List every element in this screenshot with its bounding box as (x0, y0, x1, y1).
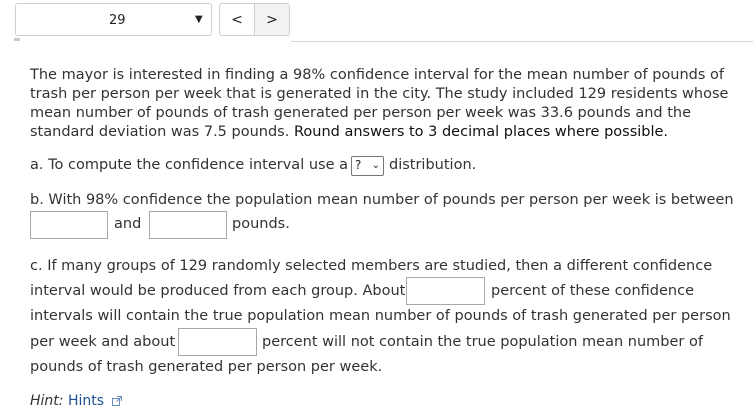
part-a-prompt: a. To compute the confidence interval us… (30, 157, 348, 173)
contain-percent-input[interactable] (406, 277, 485, 305)
part-c-line-1: c. If many groups of 129 randomly select… (30, 258, 713, 274)
rounding-instruction: Round answers to 3 decimal places where … (293, 124, 669, 140)
pounds-label: pounds. (232, 216, 290, 232)
hint-label: Hint: (30, 393, 64, 409)
part-a-text: a. To compute the confidence interval us… (30, 157, 348, 173)
problem-statement: The mayor is interested in finding a 98%… (30, 66, 730, 142)
question-selector[interactable]: 29 ▼ (15, 3, 212, 36)
external-link-icon (112, 396, 123, 406)
distribution-select[interactable]: ? ⌄ (351, 156, 384, 176)
upper-bound-input[interactable] (149, 211, 227, 239)
lower-bound-input[interactable] (30, 211, 108, 239)
part-b-prompt: b. With 98% confidence the population me… (30, 192, 734, 208)
hint: Hint: Hints (30, 393, 123, 409)
part-a-suffix: distribution. (389, 157, 476, 173)
part-c-line-3: intervals will contain the true populati… (30, 308, 731, 324)
part-c-line-5: pounds of trash generated per person per… (30, 359, 383, 375)
chevron-down-icon: ⌄ (371, 160, 380, 171)
part-c-line-2: interval would be produced from each gro… (30, 283, 406, 299)
question-navigation: 29 ▼ < > (0, 0, 753, 42)
question-number: 29 (109, 13, 126, 28)
previous-question-button[interactable]: < (219, 3, 255, 36)
and-label: and (114, 216, 142, 232)
part-c-line-2-suffix: percent of these confidence (491, 283, 694, 299)
part-a-suffix-text: distribution. (389, 157, 477, 173)
chevron-right-icon: > (266, 11, 278, 28)
distribution-select-value: ? (355, 158, 362, 172)
next-question-button[interactable]: > (254, 3, 290, 36)
hints-link[interactable]: Hints (68, 393, 104, 409)
divider (291, 41, 753, 42)
selector-underline (14, 38, 20, 41)
chevron-down-icon: ▼ (195, 14, 203, 25)
part-c-line-4: per week and about (30, 334, 176, 350)
not-contain-percent-input[interactable] (178, 328, 257, 356)
part-b-text: b. With 98% confidence the population me… (30, 192, 734, 208)
part-c-line-4-suffix: percent will not contain the true popula… (262, 334, 703, 350)
chevron-left-icon: < (231, 11, 243, 28)
